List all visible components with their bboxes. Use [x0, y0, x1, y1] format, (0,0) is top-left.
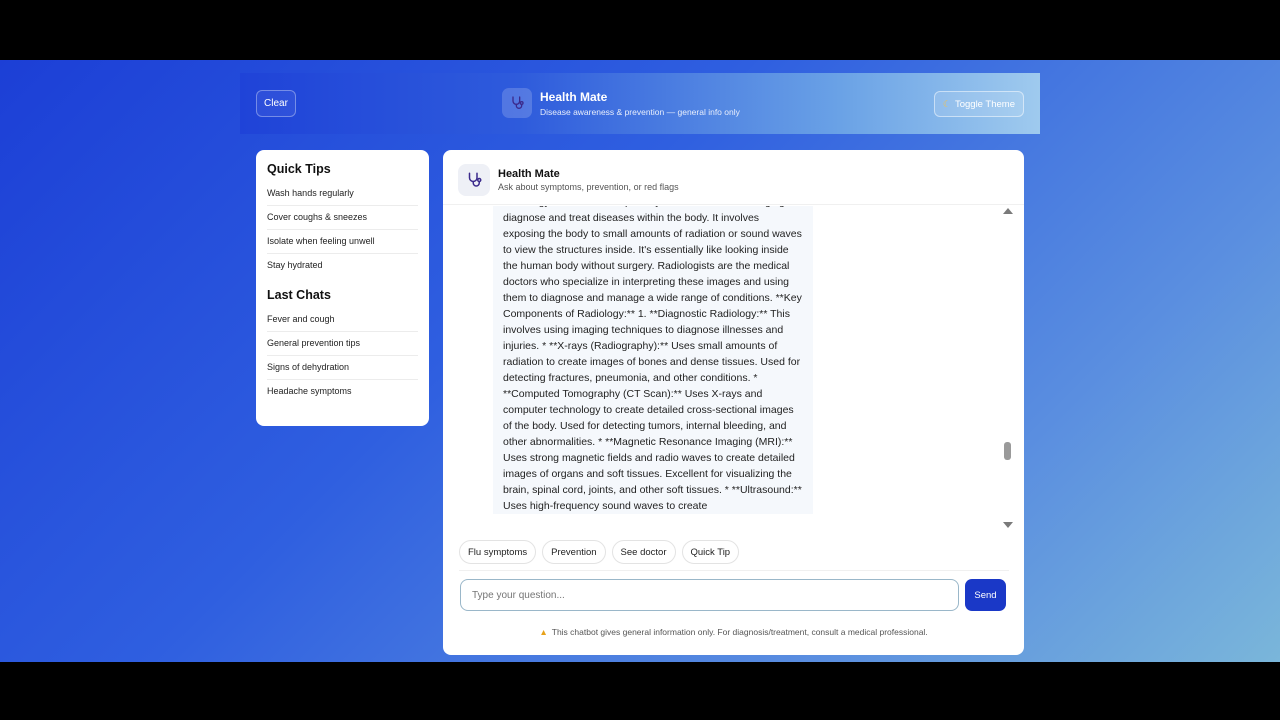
quick-tips-list: Wash hands regularly Cover coughs & snee… [267, 182, 418, 277]
stethoscope-icon [458, 164, 490, 196]
warning-icon: ▲ [539, 627, 548, 637]
brand: Health Mate Disease awareness & preventi… [502, 88, 740, 118]
toggle-theme-button[interactable]: ☾ Toggle Theme [933, 91, 1024, 117]
quick-tip-item[interactable]: Stay hydrated [267, 254, 418, 277]
quick-tip-item[interactable]: Isolate when feeling unwell [267, 230, 418, 254]
disclaimer: ▲ This chatbot gives general information … [443, 627, 1024, 637]
stethoscope-icon [502, 88, 532, 118]
send-button[interactable]: Send [965, 579, 1006, 611]
scroll-up-icon[interactable] [1003, 208, 1013, 214]
clear-button[interactable]: Clear [256, 90, 296, 117]
chat-title: Health Mate [498, 168, 560, 180]
chip-flu-symptoms[interactable]: Flu symptoms [459, 540, 537, 564]
chat-header: Health Mate Ask about symptoms, preventi… [458, 164, 679, 196]
quick-tips-heading: Quick Tips [267, 162, 331, 176]
last-chats-heading: Last Chats [267, 288, 331, 302]
scrollbar-thumb[interactable] [1004, 442, 1011, 460]
chat-subtitle: Ask about symptoms, prevention, or red f… [498, 182, 679, 192]
message-list[interactable]: Radiology is the medical specialty that … [443, 206, 1024, 531]
last-chat-item[interactable]: Fever and cough [267, 308, 418, 332]
question-input[interactable] [460, 579, 959, 611]
quick-tip-item[interactable]: Cover coughs & sneezes [267, 206, 418, 230]
divider [443, 204, 1024, 205]
toggle-theme-label: Toggle Theme [954, 98, 1015, 110]
chip-prevention[interactable]: Prevention [542, 540, 606, 564]
app-subtitle: Disease awareness & prevention — general… [540, 106, 740, 117]
divider [459, 570, 1009, 571]
last-chat-item[interactable]: General prevention tips [267, 332, 418, 356]
app-header: Clear Health Mate Disease awareness & pr… [240, 73, 1040, 134]
suggestion-chips: Flu symptoms Prevention See doctor Quick… [459, 540, 740, 564]
bot-message: Radiology is the medical specialty that … [493, 206, 813, 514]
chip-see-doctor[interactable]: See doctor [611, 540, 676, 564]
last-chats-list: Fever and cough General prevention tips … [267, 308, 418, 403]
last-chat-item[interactable]: Signs of dehydration [267, 356, 418, 380]
scroll-down-icon[interactable] [1003, 522, 1013, 528]
app-frame: Clear Health Mate Disease awareness & pr… [0, 60, 1280, 662]
sidebar: Quick Tips Wash hands regularly Cover co… [256, 150, 429, 426]
chip-quick-tip[interactable]: Quick Tip [681, 540, 740, 564]
disclaimer-text: This chatbot gives general information o… [551, 627, 928, 637]
quick-tip-item[interactable]: Wash hands regularly [267, 182, 418, 206]
chat-panel: Health Mate Ask about symptoms, preventi… [443, 150, 1024, 655]
message-scrollbar[interactable] [1002, 206, 1014, 531]
last-chat-item[interactable]: Headache symptoms [267, 380, 418, 403]
moon-icon: ☾ [942, 98, 951, 109]
app-title: Health Mate [540, 89, 608, 104]
